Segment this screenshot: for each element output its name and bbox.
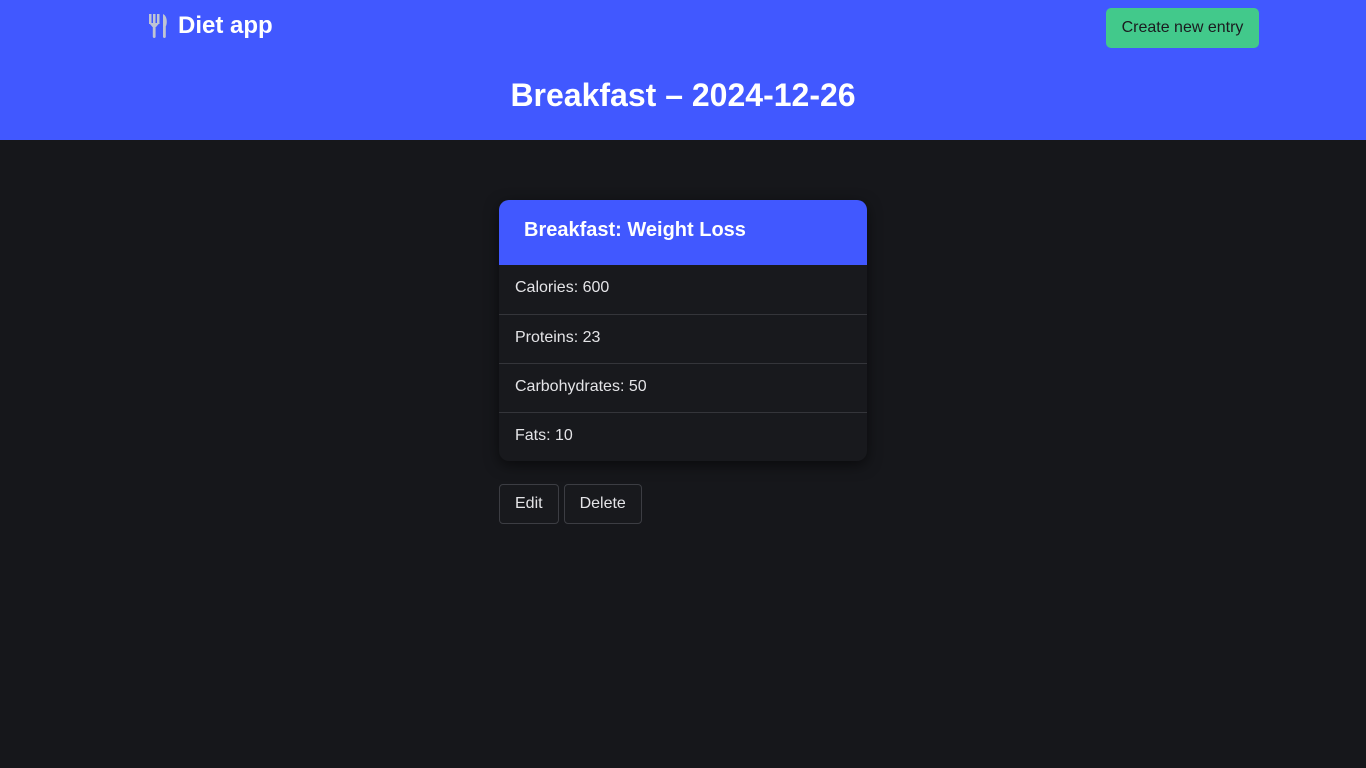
page-title: Breakfast – 2024-12-26	[510, 77, 856, 113]
delete-button[interactable]: Delete	[563, 484, 642, 524]
meal-card: Breakfast: Weight Loss Calories: 600 Pro…	[499, 200, 867, 461]
meal-card-title: Breakfast: Weight Loss	[499, 200, 867, 265]
fats-row: Fats: 10	[499, 412, 867, 461]
create-entry-button[interactable]: Create new entry	[1106, 8, 1259, 48]
calories-row: Calories: 600	[515, 279, 610, 296]
carbohydrates-row: Carbohydrates: 50	[499, 363, 867, 412]
brand-link[interactable]: Diet app	[148, 10, 273, 42]
fork-knife-icon	[148, 12, 170, 40]
brand-text: Diet app	[178, 12, 273, 39]
proteins-row: Proteins: 23	[499, 314, 867, 363]
meal-nutrition-list: Calories: 600 Proteins: 23 Carbohydrates…	[499, 265, 867, 461]
edit-button[interactable]: Edit	[499, 484, 559, 524]
entry-actions: Edit Delete	[499, 484, 647, 524]
app-header: Diet app Create new entry Breakfast – 20…	[0, 0, 1366, 140]
